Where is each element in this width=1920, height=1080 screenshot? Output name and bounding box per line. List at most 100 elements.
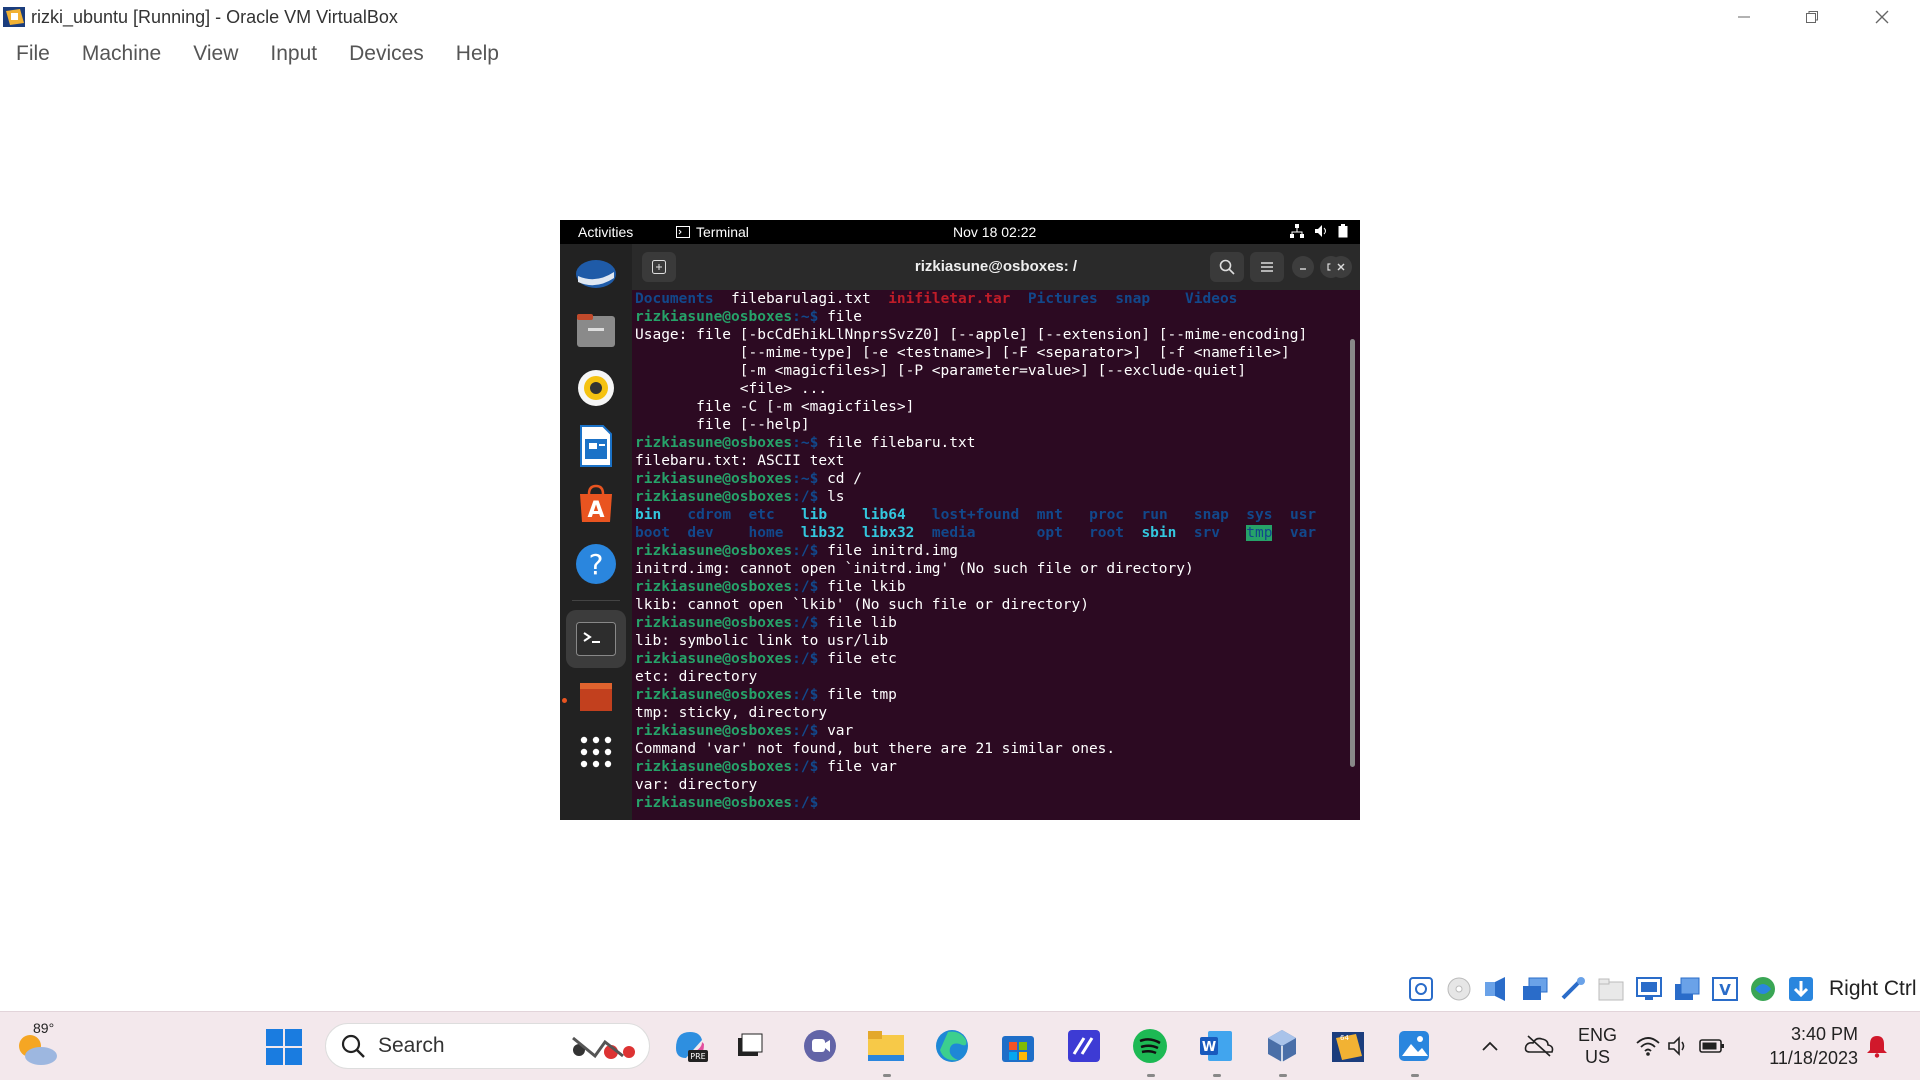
file-explorer-icon[interactable] xyxy=(866,1026,906,1066)
menu-input[interactable]: Input xyxy=(254,36,333,72)
menu-help[interactable]: Help xyxy=(440,36,515,72)
terminal-line: Command 'var' not found, but there are 2… xyxy=(635,740,1352,758)
terminal-line: rizkiasune@osboxes:~$ file filebaru.txt xyxy=(635,434,1352,452)
terminal-line: rizkiasune@osboxes:/$ var xyxy=(635,722,1352,740)
virtualbox-vm-icon[interactable]: 64 xyxy=(1328,1026,1368,1066)
teams-chat-icon[interactable] xyxy=(800,1026,840,1066)
activities-button[interactable]: Activities xyxy=(578,224,633,240)
show-hidden-icons-button[interactable] xyxy=(1470,1026,1510,1066)
vm-display[interactable]: Activities Terminal Nov 18 02:22 A ? riz… xyxy=(560,220,1360,820)
taskbar-search[interactable]: Search xyxy=(325,1023,650,1069)
terminal-text: etc: directory xyxy=(635,669,758,685)
terminal-output[interactable]: Documents filebarulagi.txt inifiletar.ta… xyxy=(632,290,1352,820)
terminal-line: rizkiasune@osboxes:~$ cd / xyxy=(635,470,1352,488)
hard-disk-icon[interactable] xyxy=(1405,974,1437,1004)
audio-icon[interactable] xyxy=(1481,974,1513,1004)
search-button[interactable] xyxy=(1210,252,1244,282)
hamburger-menu-button[interactable] xyxy=(1250,252,1284,282)
network-icon xyxy=(1290,224,1304,238)
clock[interactable]: Nov 18 02:22 xyxy=(953,224,1036,240)
terminal-path: :/$ xyxy=(792,723,819,739)
app-center-icon[interactable]: A xyxy=(574,482,618,526)
terminal-window[interactable]: rizkiasune@osboxes: / Documents filebaru… xyxy=(632,244,1360,820)
terminal-prompt: rizkiasune@osboxes xyxy=(635,795,793,811)
terminal-path: :~$ xyxy=(792,435,819,451)
word-icon[interactable]: W xyxy=(1196,1026,1236,1066)
system-tray[interactable] xyxy=(1290,224,1348,238)
arrow-down-icon[interactable] xyxy=(1785,974,1817,1004)
clock-date[interactable]: 3:40 PM 11/18/2023 xyxy=(1760,1022,1858,1070)
term-close-button[interactable] xyxy=(1330,256,1352,278)
virtualbox-taskbar-icon[interactable] xyxy=(1262,1026,1302,1066)
language-indicator[interactable]: ENG US xyxy=(1578,1024,1617,1068)
display-icon[interactable] xyxy=(1633,974,1665,1004)
terminal-text: libx32 xyxy=(862,525,915,541)
notifications-button[interactable] xyxy=(1862,1026,1892,1066)
photos-icon[interactable] xyxy=(1394,1026,1434,1066)
terminal-path: :~$ xyxy=(792,309,819,325)
svg-text:A: A xyxy=(587,498,604,523)
task-view-icon[interactable] xyxy=(730,1026,770,1066)
lang-primary: ENG xyxy=(1578,1025,1618,1045)
menu-machine[interactable]: Machine xyxy=(66,36,177,72)
battery-icon xyxy=(1338,224,1348,238)
terminal-line: bin cdrom etc lib lib64 lost+found mnt p… xyxy=(635,506,1352,524)
topbar-app-menu[interactable]: Terminal xyxy=(676,224,749,240)
close-button[interactable] xyxy=(1848,0,1916,34)
show-apps-icon[interactable] xyxy=(574,730,618,774)
terminal-text: mnt xyxy=(1036,507,1063,523)
terminal-text: snap xyxy=(1115,291,1151,307)
terminal-text: snap xyxy=(1193,507,1229,523)
svg-text:64: 64 xyxy=(1340,1034,1349,1042)
terminal-text: root xyxy=(1089,525,1124,541)
minimize-button[interactable] xyxy=(1710,0,1778,34)
taskbar-time: 3:40 PM xyxy=(1790,1024,1858,1044)
thunderbird-icon[interactable] xyxy=(574,252,618,296)
menu-view[interactable]: View xyxy=(177,36,254,72)
usb-icon[interactable] xyxy=(1557,974,1589,1004)
files-icon[interactable] xyxy=(574,308,618,352)
terminal-line: rizkiasune@osboxes:/$ xyxy=(635,794,1352,812)
quick-settings-button[interactable] xyxy=(1632,1026,1728,1066)
terminal-prompt: rizkiasune@osboxes xyxy=(635,471,793,487)
copilot-icon[interactable]: PRE xyxy=(670,1026,710,1066)
writer-icon[interactable] xyxy=(574,424,618,468)
shared-folders-icon[interactable] xyxy=(1595,974,1627,1004)
terminal-dock-icon[interactable] xyxy=(566,610,626,668)
terminal-line: filebaru.txt: ASCII text xyxy=(635,452,1352,470)
visual-studio-icon[interactable] xyxy=(1064,1026,1104,1066)
terminal-scrollbar[interactable] xyxy=(1350,339,1355,767)
spotify-icon[interactable] xyxy=(1130,1026,1170,1066)
onedrive-icon[interactable] xyxy=(1519,1026,1559,1066)
terminal-command: file tmp xyxy=(818,687,897,703)
menu-devices[interactable]: Devices xyxy=(333,36,440,72)
terminal-text: lib32 xyxy=(800,525,845,541)
vt-x-icon[interactable]: V xyxy=(1709,974,1741,1004)
optical-drive-icon[interactable] xyxy=(1443,974,1475,1004)
menu-file[interactable]: File xyxy=(0,36,66,72)
network-adapter-icon[interactable] xyxy=(1519,974,1551,1004)
microsoft-store-icon[interactable] xyxy=(998,1026,1038,1066)
guest-additions-icon[interactable] xyxy=(1747,974,1779,1004)
term-minimize-button[interactable] xyxy=(1292,256,1314,278)
restore-button[interactable] xyxy=(1778,0,1846,34)
running-indicator xyxy=(883,1074,891,1077)
edge-icon[interactable] xyxy=(932,1026,972,1066)
recording-icon[interactable] xyxy=(1671,974,1703,1004)
terminal-command: file etc xyxy=(818,651,897,667)
help-icon[interactable]: ? xyxy=(574,542,618,586)
windows-start-icon[interactable] xyxy=(266,1029,302,1065)
rhythmbox-icon[interactable] xyxy=(574,366,618,410)
host-key-label[interactable]: Right Ctrl xyxy=(1829,977,1917,1001)
terminal-text: [--mime-type] [-e <testname>] [-F <separ… xyxy=(635,345,1290,361)
trash-icon[interactable] xyxy=(574,674,618,718)
running-indicator xyxy=(1147,1074,1155,1077)
chevron-up-icon xyxy=(1482,1041,1498,1051)
terminal-text: boot xyxy=(635,525,670,541)
